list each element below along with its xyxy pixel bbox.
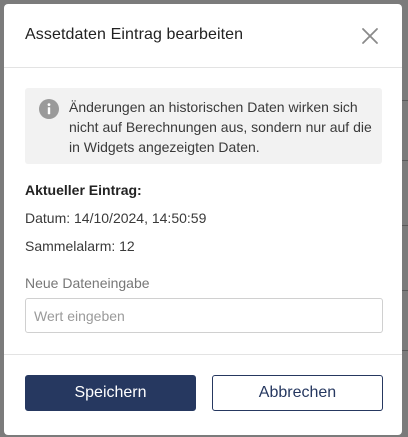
info-icon	[39, 99, 59, 119]
background-hint	[402, 100, 408, 101]
dialog-header: Assetdaten Eintrag bearbeiten	[4, 4, 402, 68]
info-text: Änderungen an historischen Daten wirken …	[69, 99, 372, 155]
background-hint	[402, 225, 408, 226]
background-hint	[402, 290, 408, 291]
dialog-title: Assetdaten Eintrag bearbeiten	[25, 26, 244, 43]
background-hint	[402, 160, 408, 161]
edit-asset-data-dialog: Assetdaten Eintrag bearbeiten Änderungen…	[4, 4, 402, 435]
cancel-button[interactable]: Abbrechen	[212, 375, 383, 411]
new-entry-label: Neue Dateneingabe	[25, 275, 150, 291]
current-entry-date: Datum: 14/10/2024, 14:50:59	[25, 210, 207, 226]
current-entry-label: Aktueller Eintrag:	[25, 182, 142, 198]
close-button[interactable]	[358, 24, 382, 48]
value-input[interactable]	[25, 298, 383, 333]
current-entry-alarm: Sammelalarm: 12	[25, 238, 135, 254]
save-button[interactable]: Speichern	[25, 375, 196, 411]
info-notice: Änderungen an historischen Daten wirken …	[25, 88, 382, 164]
background-hint	[402, 350, 408, 351]
close-icon	[362, 28, 378, 44]
footer-divider	[4, 354, 402, 355]
